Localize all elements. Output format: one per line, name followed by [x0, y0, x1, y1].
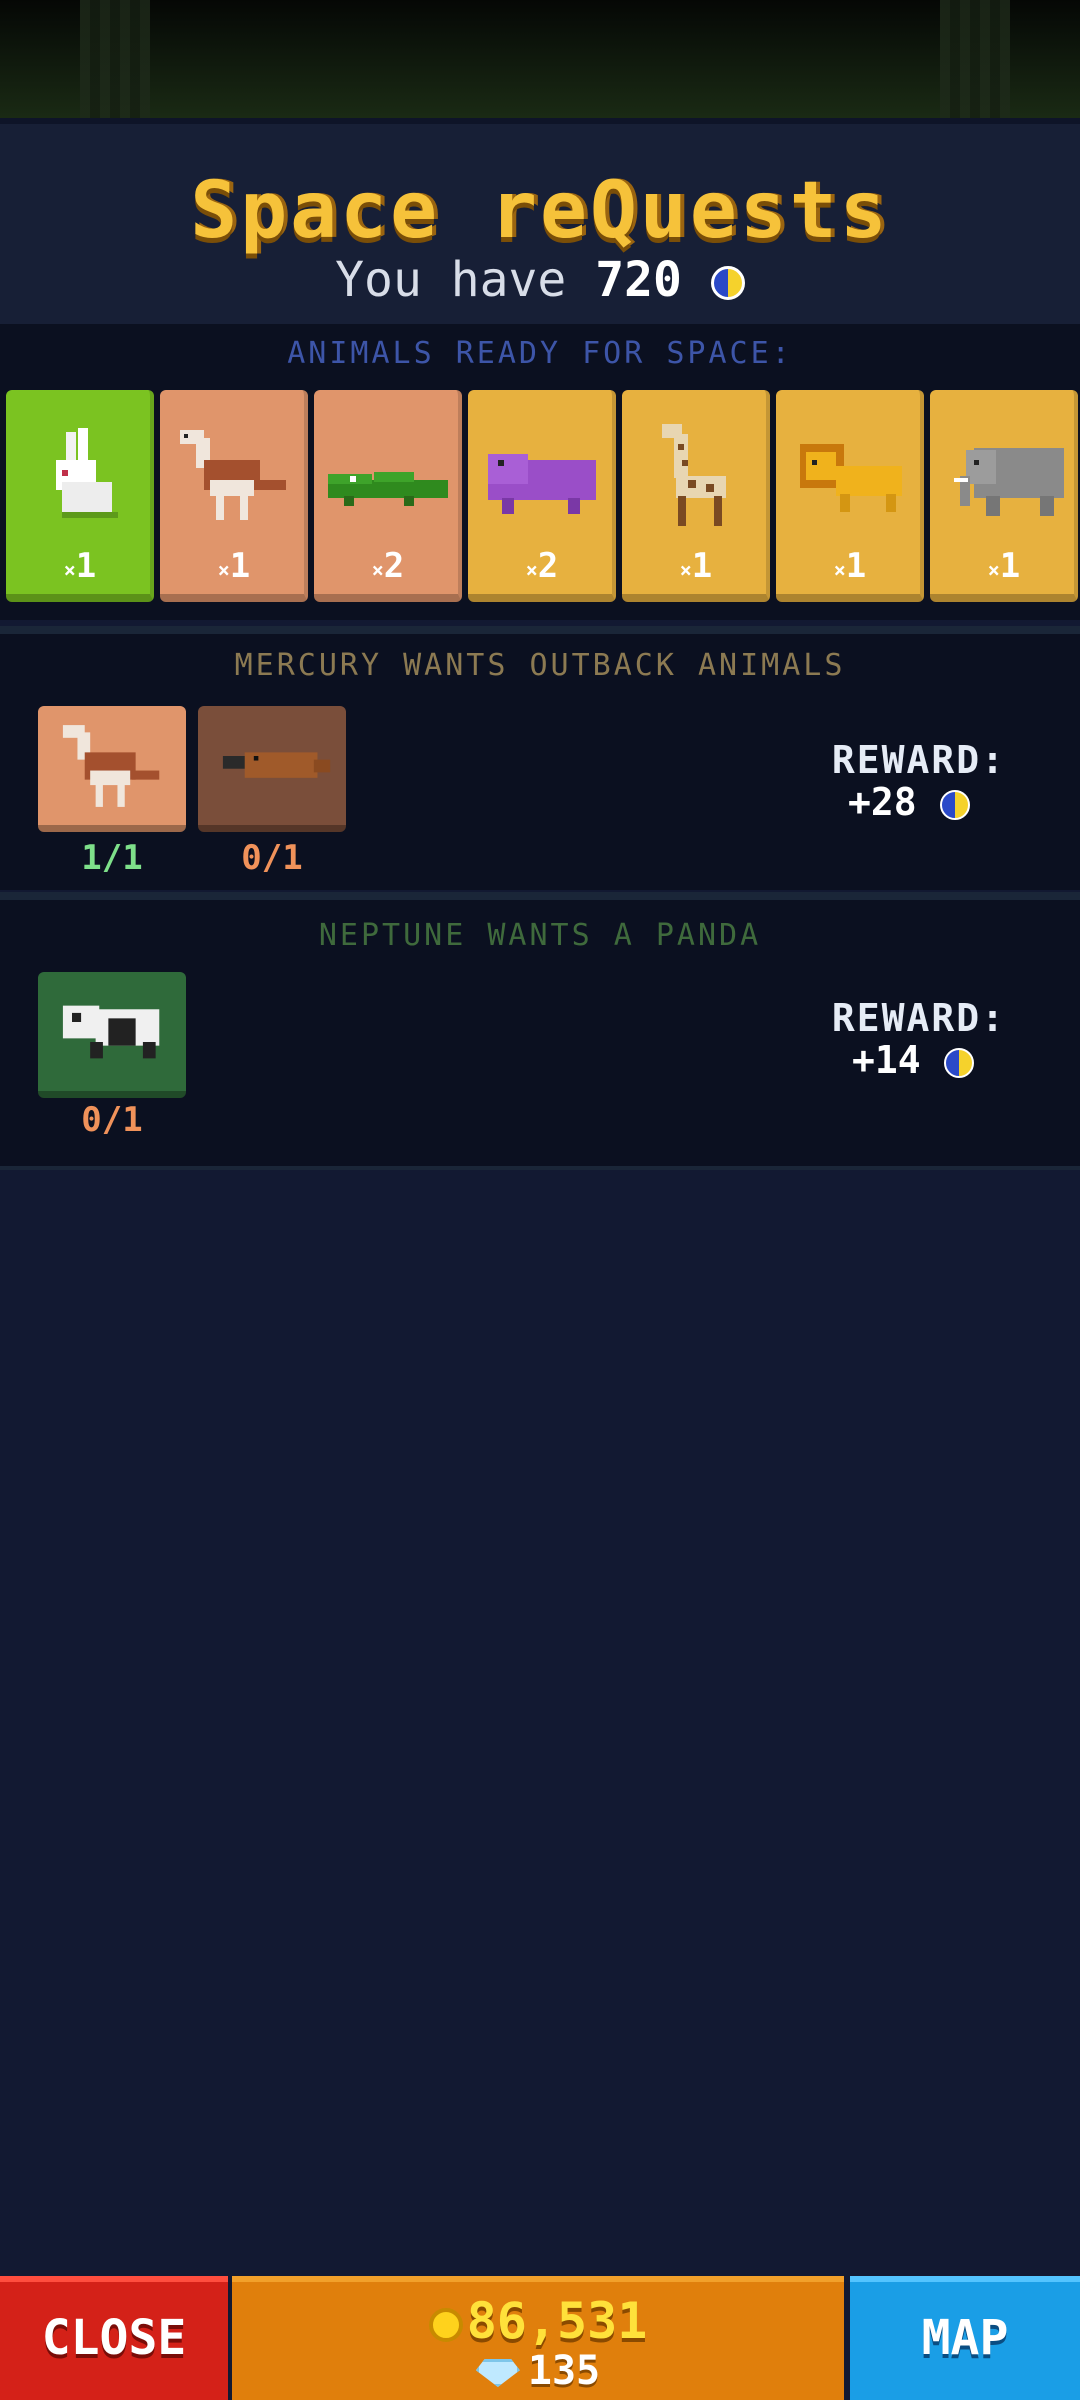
- panda-icon: [62, 1005, 160, 1059]
- gem-balance: 135: [232, 2348, 844, 2394]
- card-count: ×1: [833, 546, 867, 586]
- space-coin-icon: [939, 789, 970, 820]
- bottom-bar: CLOSE 86,531 135 MAP: [0, 2276, 1080, 2400]
- rabbit-icon: [56, 428, 118, 518]
- request-slot-emu[interactable]: [38, 706, 186, 832]
- currency-display: 86,531 135: [232, 2276, 844, 2400]
- animal-card-crocodile[interactable]: ×2: [314, 390, 462, 602]
- balance-line: You have 720: [0, 252, 1080, 308]
- slot-progress: 1/1: [81, 838, 143, 878]
- platypus-icon: [222, 752, 331, 778]
- ready-label: ANIMALS READY FOR SPACE:: [287, 336, 793, 371]
- request-title: NEPTUNE WANTS A PANDA: [318, 918, 762, 953]
- animal-card-elephant[interactable]: ×1: [930, 390, 1078, 602]
- ready-animals-section: ANIMALS READY FOR SPACE: ×1 ×1 ×2 ×2 ×1 …: [0, 324, 1080, 620]
- tree-silhouette: [940, 0, 1010, 118]
- slot-progress: 0/1: [81, 1100, 143, 1140]
- card-count: ×2: [525, 546, 559, 586]
- request-title: MERCURY WANTS OUTBACK ANIMALS: [234, 648, 846, 683]
- card-count: ×1: [679, 546, 713, 586]
- gold-coin-icon: [428, 2307, 463, 2342]
- balance-value: 720: [595, 252, 682, 308]
- request-neptune: NEPTUNE WANTS A PANDA 0/1 REWARD: +14: [0, 892, 1080, 1170]
- ready-cards: ×1 ×1 ×2 ×2 ×1 ×1 ×1: [6, 390, 1080, 602]
- reward-label: REWARD:: [831, 738, 1006, 782]
- card-count: ×2: [371, 546, 405, 586]
- slot-progress: 0/1: [241, 838, 303, 878]
- animal-card-giraffe[interactable]: ×1: [622, 390, 770, 602]
- tree-silhouette: [80, 0, 150, 118]
- space-coin-icon: [710, 266, 745, 300]
- coin-balance: 86,531: [232, 2292, 844, 2350]
- lion-icon: [800, 444, 902, 512]
- header-panel: Space reQuests You have 720: [0, 118, 1080, 330]
- emu-icon: [62, 725, 160, 807]
- map-button[interactable]: MAP: [850, 2276, 1080, 2400]
- animal-card-lion[interactable]: ×1: [776, 390, 924, 602]
- animal-card-emu[interactable]: ×1: [160, 390, 308, 602]
- request-slot-platypus[interactable]: [198, 706, 346, 832]
- close-button[interactable]: CLOSE: [0, 2276, 228, 2400]
- animal-card-rabbit[interactable]: ×1: [6, 390, 154, 602]
- animal-card-hippo[interactable]: ×2: [468, 390, 616, 602]
- space-coin-icon: [943, 1047, 974, 1078]
- page-title: Space reQuests: [190, 166, 890, 256]
- card-count: ×1: [217, 546, 251, 586]
- emu-icon: [180, 430, 286, 520]
- request-slot-panda[interactable]: [38, 972, 186, 1098]
- hippo-icon: [488, 454, 596, 514]
- reward-value: +14: [852, 1038, 974, 1082]
- elephant-icon: [954, 448, 1064, 516]
- balance-prefix: You have: [335, 252, 567, 308]
- giraffe-icon: [662, 424, 726, 526]
- gem-icon: [475, 2359, 520, 2387]
- card-count: ×1: [987, 546, 1021, 586]
- request-mercury: MERCURY WANTS OUTBACK ANIMALS 1/1 0/1 RE…: [0, 626, 1080, 890]
- game-background-strip: [0, 0, 1080, 118]
- card-count: ×1: [63, 546, 97, 586]
- reward-label: REWARD:: [831, 996, 1006, 1040]
- reward-value: +28: [848, 780, 970, 824]
- crocodile-icon: [328, 472, 448, 506]
